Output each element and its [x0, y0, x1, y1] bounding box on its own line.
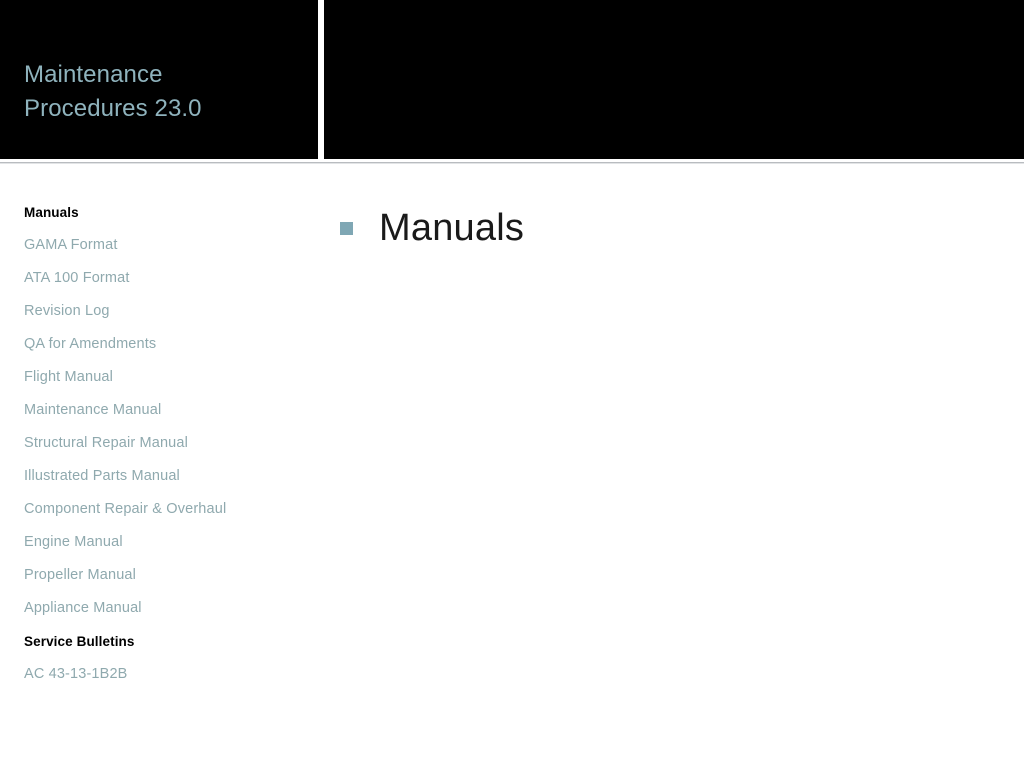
sidebar-item-structural-repair-manual[interactable]: Structural Repair Manual — [0, 427, 318, 460]
sidebar-item-service-bulletins[interactable]: Service Bulletins — [0, 625, 318, 658]
sidebar-item-propeller-manual[interactable]: Propeller Manual — [0, 559, 318, 592]
sidebar-item-ata-100-format[interactable]: ATA 100 Format — [0, 262, 318, 295]
content-bullet-item: Manuals — [340, 204, 1000, 252]
header-banner: Maintenance Procedures 23.0 — [0, 0, 1024, 166]
sidebar-item-appliance-manual[interactable]: Appliance Manual — [0, 592, 318, 625]
sidebar-item-manuals[interactable]: Manuals — [0, 196, 318, 229]
sidebar-item-flight-manual[interactable]: Flight Manual — [0, 361, 318, 394]
sidebar-item-revision-log[interactable]: Revision Log — [0, 295, 318, 328]
sidebar-item-gama-format[interactable]: GAMA Format — [0, 229, 318, 262]
sidebar-item-illustrated-parts-manual[interactable]: Illustrated Parts Manual — [0, 460, 318, 493]
main-content-area: Manuals — [340, 196, 1000, 756]
sidebar-item-maintenance-manual[interactable]: Maintenance Manual — [0, 394, 318, 427]
sidebar-item-ac-43-13-1b2b[interactable]: AC 43-13-1B2B — [0, 658, 318, 691]
sidebar-item-component-repair-overhaul[interactable]: Component Repair & Overhaul — [0, 493, 318, 526]
header-underline-divider — [0, 161, 1024, 164]
header-right-panel — [324, 0, 1024, 159]
sidebar-nav: Manuals GAMA Format ATA 100 Format Revis… — [0, 196, 318, 691]
content-heading: Manuals — [379, 207, 525, 249]
sidebar-item-engine-manual[interactable]: Engine Manual — [0, 526, 318, 559]
sidebar-item-qa-for-amendments[interactable]: QA for Amendments — [0, 328, 318, 361]
square-bullet-icon — [340, 222, 353, 235]
slide-title: Maintenance Procedures 23.0 — [24, 61, 202, 122]
